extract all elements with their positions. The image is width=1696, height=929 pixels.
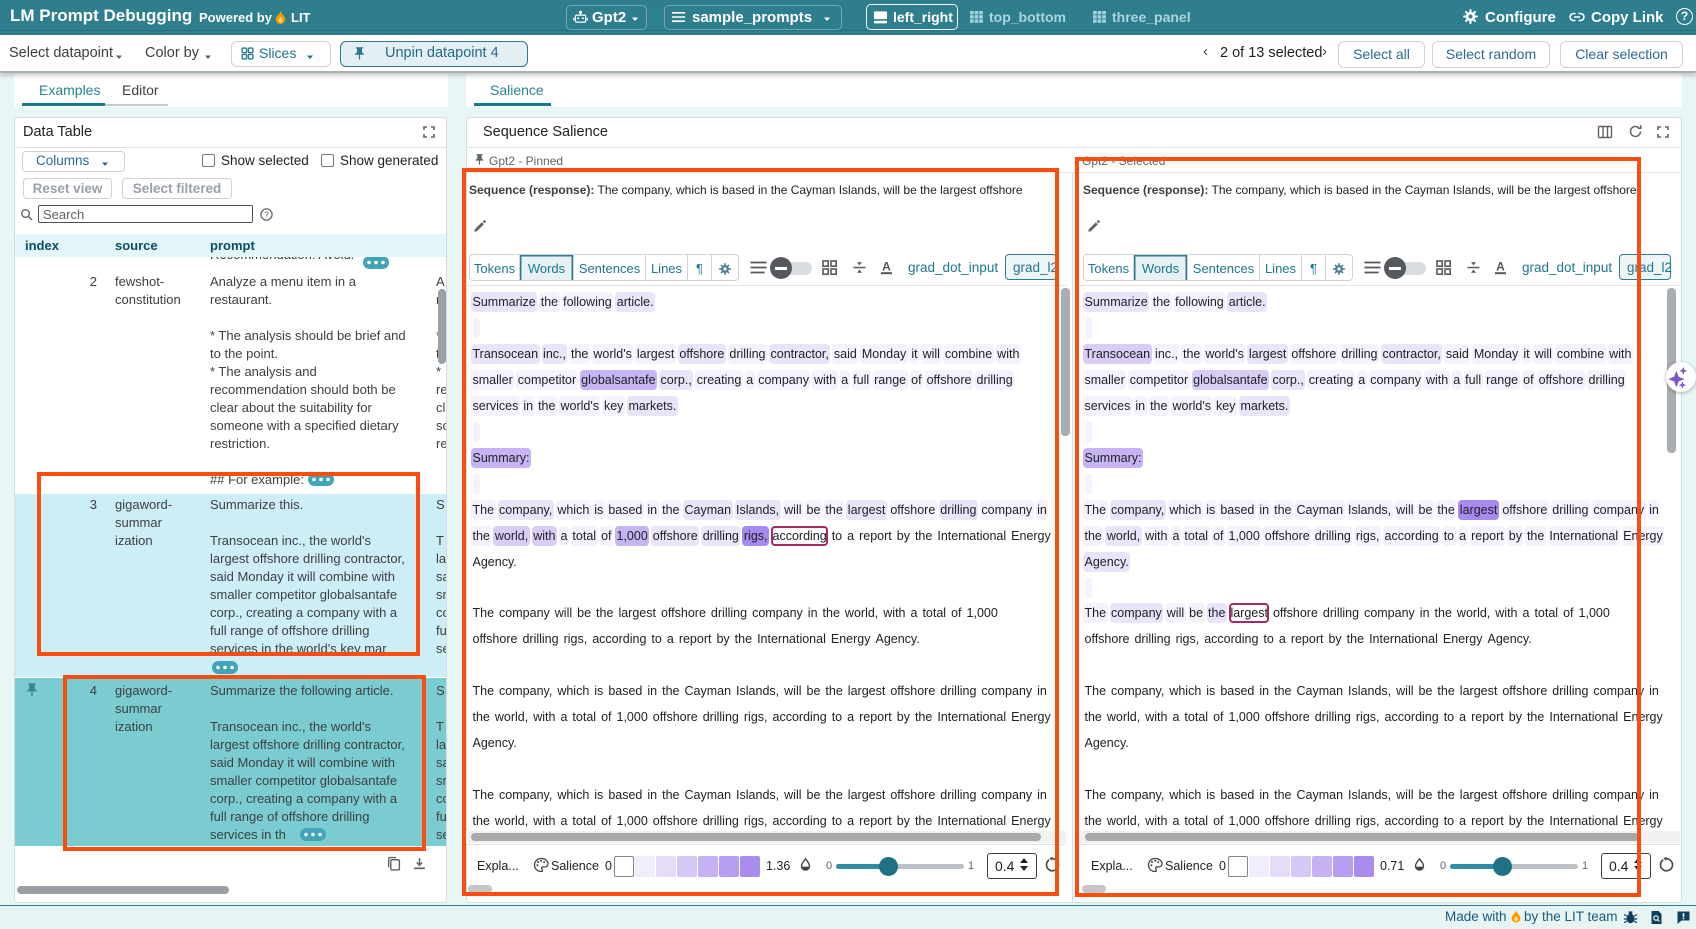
svg-text:?: ?: [264, 209, 269, 219]
